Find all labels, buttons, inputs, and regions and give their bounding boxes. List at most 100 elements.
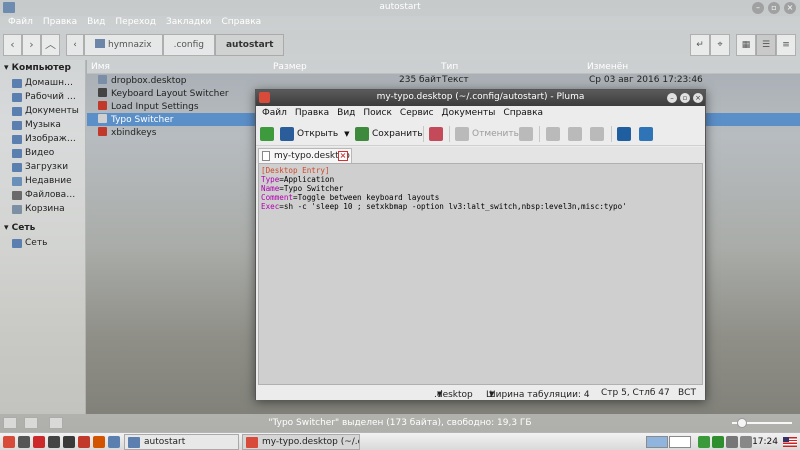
breadcrumb-home[interactable]: hymnazix (84, 34, 163, 56)
breadcrumb-config[interactable]: .config (162, 34, 215, 56)
cut-button[interactable] (546, 125, 563, 143)
sidebar-item[interactable]: Загрузки (0, 160, 85, 174)
text-editor-area[interactable]: [Desktop Entry] Type=Application Name=Typo… (258, 163, 703, 385)
launcher-icon[interactable] (93, 436, 105, 448)
network-icon (12, 238, 22, 248)
undo-button[interactable]: Отменить (455, 125, 519, 143)
network-tray-icon[interactable] (726, 436, 738, 448)
new-document-button[interactable] (260, 125, 277, 143)
column-type[interactable]: Тип (441, 62, 458, 72)
file-icon (98, 114, 107, 123)
paste-button[interactable] (590, 125, 607, 143)
paste-icon (590, 127, 604, 141)
copy-button[interactable] (568, 125, 585, 143)
taskbar-item-pluma[interactable]: my-typo.desktop (~/.co… (242, 434, 360, 450)
file-name: Typo Switcher (98, 114, 174, 125)
sidebar-header-computer[interactable]: ▾ Компьютер (0, 60, 85, 76)
pluma-maximize-button[interactable]: ▫ (680, 93, 690, 103)
checkmark-tray-icon[interactable] (712, 436, 724, 448)
breadcrumb-autostart[interactable]: autostart (214, 34, 285, 56)
desktop-folder-icon (12, 92, 22, 102)
pictures-folder-icon (12, 134, 22, 144)
up-button[interactable]: ︿ (41, 34, 60, 56)
editor-menu-item[interactable]: Поиск (359, 107, 396, 121)
column-size[interactable]: Размер (273, 62, 307, 72)
minimize-button[interactable]: – (752, 2, 764, 14)
close-button[interactable]: × (784, 2, 796, 14)
breadcrumb-scroll-left[interactable]: ‹ (66, 34, 84, 56)
location-toggle-icon[interactable]: ↵ (690, 34, 710, 56)
sidebar-item-label: Рабочий … (25, 92, 76, 102)
file-size: 235 байт (399, 75, 442, 85)
redo-button[interactable] (519, 125, 536, 143)
pluma-close-button[interactable]: × (693, 93, 703, 103)
file-manager-launcher-icon[interactable] (108, 436, 120, 448)
volume-tray-icon[interactable] (740, 436, 752, 448)
sidebar-item[interactable]: Недавние (0, 174, 85, 188)
menu-item[interactable]: Закладки (161, 16, 217, 30)
editor-menu-item[interactable]: Справка (499, 107, 547, 121)
print-button[interactable] (429, 125, 446, 143)
sidebar-item[interactable]: Музыка (0, 118, 85, 132)
editor-menu-item[interactable]: Сервис (396, 107, 438, 121)
sidebar-item[interactable]: Домашн… (0, 76, 85, 90)
save-button[interactable]: Сохранить (355, 125, 423, 143)
open-button[interactable]: Открыть ▼ (280, 125, 350, 143)
entry-value: =Application (279, 175, 335, 184)
list-view-button[interactable]: ☰ (756, 34, 776, 56)
sidebar-item[interactable]: Корзина (0, 202, 85, 216)
terminal-icon[interactable] (63, 436, 75, 448)
find-button[interactable] (617, 125, 634, 143)
back-button[interactable]: ‹ (3, 34, 22, 56)
menu-item[interactable]: Файл (3, 16, 38, 30)
editor-launcher-icon[interactable] (78, 436, 90, 448)
keyboard-layout-flag-icon[interactable] (783, 437, 797, 447)
sidebar-item[interactable]: Сеть (0, 236, 85, 250)
column-modified[interactable]: Изменён (587, 62, 628, 72)
column-name[interactable]: Имя (91, 62, 110, 72)
workspace-1[interactable] (646, 436, 668, 448)
sidebar-item[interactable]: Видео (0, 146, 85, 160)
opera-launcher-icon[interactable] (33, 436, 45, 448)
update-tray-icon[interactable] (698, 436, 710, 448)
editor-menu-item[interactable]: Файл (258, 107, 291, 121)
clock[interactable]: 17:24 (752, 437, 778, 447)
menu-item[interactable]: Вид (82, 16, 110, 30)
system-monitor-launcher-icon[interactable] (48, 436, 60, 448)
file-name: xbindkeys (98, 127, 156, 138)
sidebar-item-label: Сеть (25, 238, 48, 248)
chevron-down-icon[interactable]: ▼ (344, 130, 349, 138)
sidebar-header-network[interactable]: ▾ Сеть (0, 220, 85, 236)
search-icon (617, 127, 631, 141)
find-replace-button[interactable] (639, 125, 656, 143)
terminal-launcher-icon[interactable] (18, 436, 30, 448)
zoom-slider-handle[interactable] (737, 418, 747, 428)
pluma-minimize-button[interactable]: – (667, 93, 677, 103)
maximize-button[interactable]: ▫ (768, 2, 780, 14)
sidebar-item[interactable]: Изображ… (0, 132, 85, 146)
pluma-titlebar: my-typo.desktop (~/.config/autostart) - … (256, 90, 705, 106)
tab-my-typo-desktop[interactable]: my-typo.desktop × (258, 148, 352, 163)
sidebar-item[interactable]: Рабочий … (0, 90, 85, 104)
menu-item[interactable]: Правка (38, 16, 82, 30)
forward-button[interactable]: › (22, 34, 41, 56)
file-name-text: Keyboard Layout Switcher (111, 89, 229, 99)
menu-item[interactable]: Переход (110, 16, 161, 30)
workspace-2[interactable] (669, 436, 691, 448)
taskbar-item-autostart[interactable]: autostart (124, 434, 239, 450)
sidebar-item[interactable]: Файлова… (0, 188, 85, 202)
pluma-title: my-typo.desktop (~/.config/autostart) - … (376, 92, 585, 102)
zoom-slider[interactable] (732, 418, 792, 428)
editor-menu-item[interactable]: Вид (333, 107, 359, 121)
icon-view-button[interactable]: ▦ (736, 34, 756, 56)
editor-menu-item[interactable]: Документы (438, 107, 500, 121)
menu-item[interactable]: Справка (217, 16, 267, 30)
editor-menu-item[interactable]: Правка (291, 107, 333, 121)
sidebar-item[interactable]: Документы (0, 104, 85, 118)
close-tab-icon[interactable]: × (338, 151, 348, 161)
file-row[interactable]: dropbox.desktop 235 байт Текст Ср 03 авг 20… (87, 74, 800, 87)
compact-view-button[interactable]: ≡ (776, 34, 796, 56)
target-icon[interactable]: ⌖ (710, 34, 730, 56)
file-icon (98, 127, 107, 136)
app-menu-icon[interactable] (3, 436, 15, 448)
